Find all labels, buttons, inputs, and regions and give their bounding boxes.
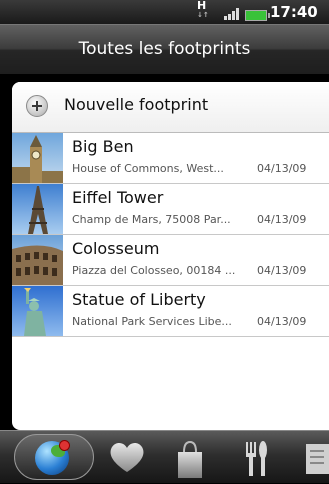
status-bar: H ↓↑ 17:40 (0, 0, 329, 24)
new-footprint-button[interactable]: Nouvelle footprint (12, 82, 329, 133)
item-date: 04/13/09 (257, 264, 307, 277)
item-date: 04/13/09 (257, 315, 307, 328)
shopping-bag-icon (178, 440, 202, 478)
signal-strength-icon (224, 8, 240, 20)
new-footprint-label: Nouvelle footprint (64, 95, 209, 114)
network-type-icon: H ↓↑ (197, 0, 209, 19)
tab-bar (0, 430, 329, 483)
tab-restaurants[interactable] (236, 434, 276, 480)
battery-icon (245, 10, 270, 21)
item-title: Statue of Liberty (72, 290, 206, 309)
footprints-list[interactable]: Nouvelle footprint Big Ben House of Comm… (12, 82, 329, 430)
tab-shopping[interactable] (170, 434, 210, 480)
tab-favorites[interactable] (104, 434, 150, 480)
item-title: Big Ben (72, 137, 134, 156)
receipt-icon (306, 444, 329, 474)
statue-of-liberty-thumbnail (12, 286, 63, 336)
item-address: Champ de Mars, 75008 Par... (72, 213, 231, 226)
title-bar: Toutes les footprints (0, 24, 329, 74)
fork-knife-icon (246, 441, 267, 476)
item-address: House of Commons, West... (72, 162, 224, 175)
item-title: Eiffel Tower (72, 188, 164, 207)
heart-icon (110, 442, 144, 472)
tab-all-footprints[interactable] (14, 434, 94, 480)
item-date: 04/13/09 (257, 213, 307, 226)
list-item[interactable]: Big Ben House of Commons, West... 04/13/… (12, 133, 329, 184)
list-item[interactable]: Colosseum Piazza del Colosseo, 00184 ...… (12, 235, 329, 286)
eiffel-tower-thumbnail (12, 184, 63, 234)
plus-icon (26, 95, 48, 117)
item-address: Piazza del Colosseo, 00184 ... (72, 264, 236, 277)
big-ben-thumbnail (12, 133, 63, 183)
status-time: 17:40 (270, 3, 318, 21)
list-item[interactable]: Statue of Liberty National Park Services… (12, 286, 329, 337)
tab-more[interactable] (300, 434, 329, 480)
colosseum-thumbnail (12, 235, 63, 285)
item-title: Colosseum (72, 239, 160, 258)
item-address: National Park Services Libe... (72, 315, 232, 328)
pin-icon (59, 440, 70, 451)
list-item[interactable]: Eiffel Tower Champ de Mars, 75008 Par...… (12, 184, 329, 235)
page-title: Toutes les footprints (78, 39, 251, 59)
item-date: 04/13/09 (257, 162, 307, 175)
